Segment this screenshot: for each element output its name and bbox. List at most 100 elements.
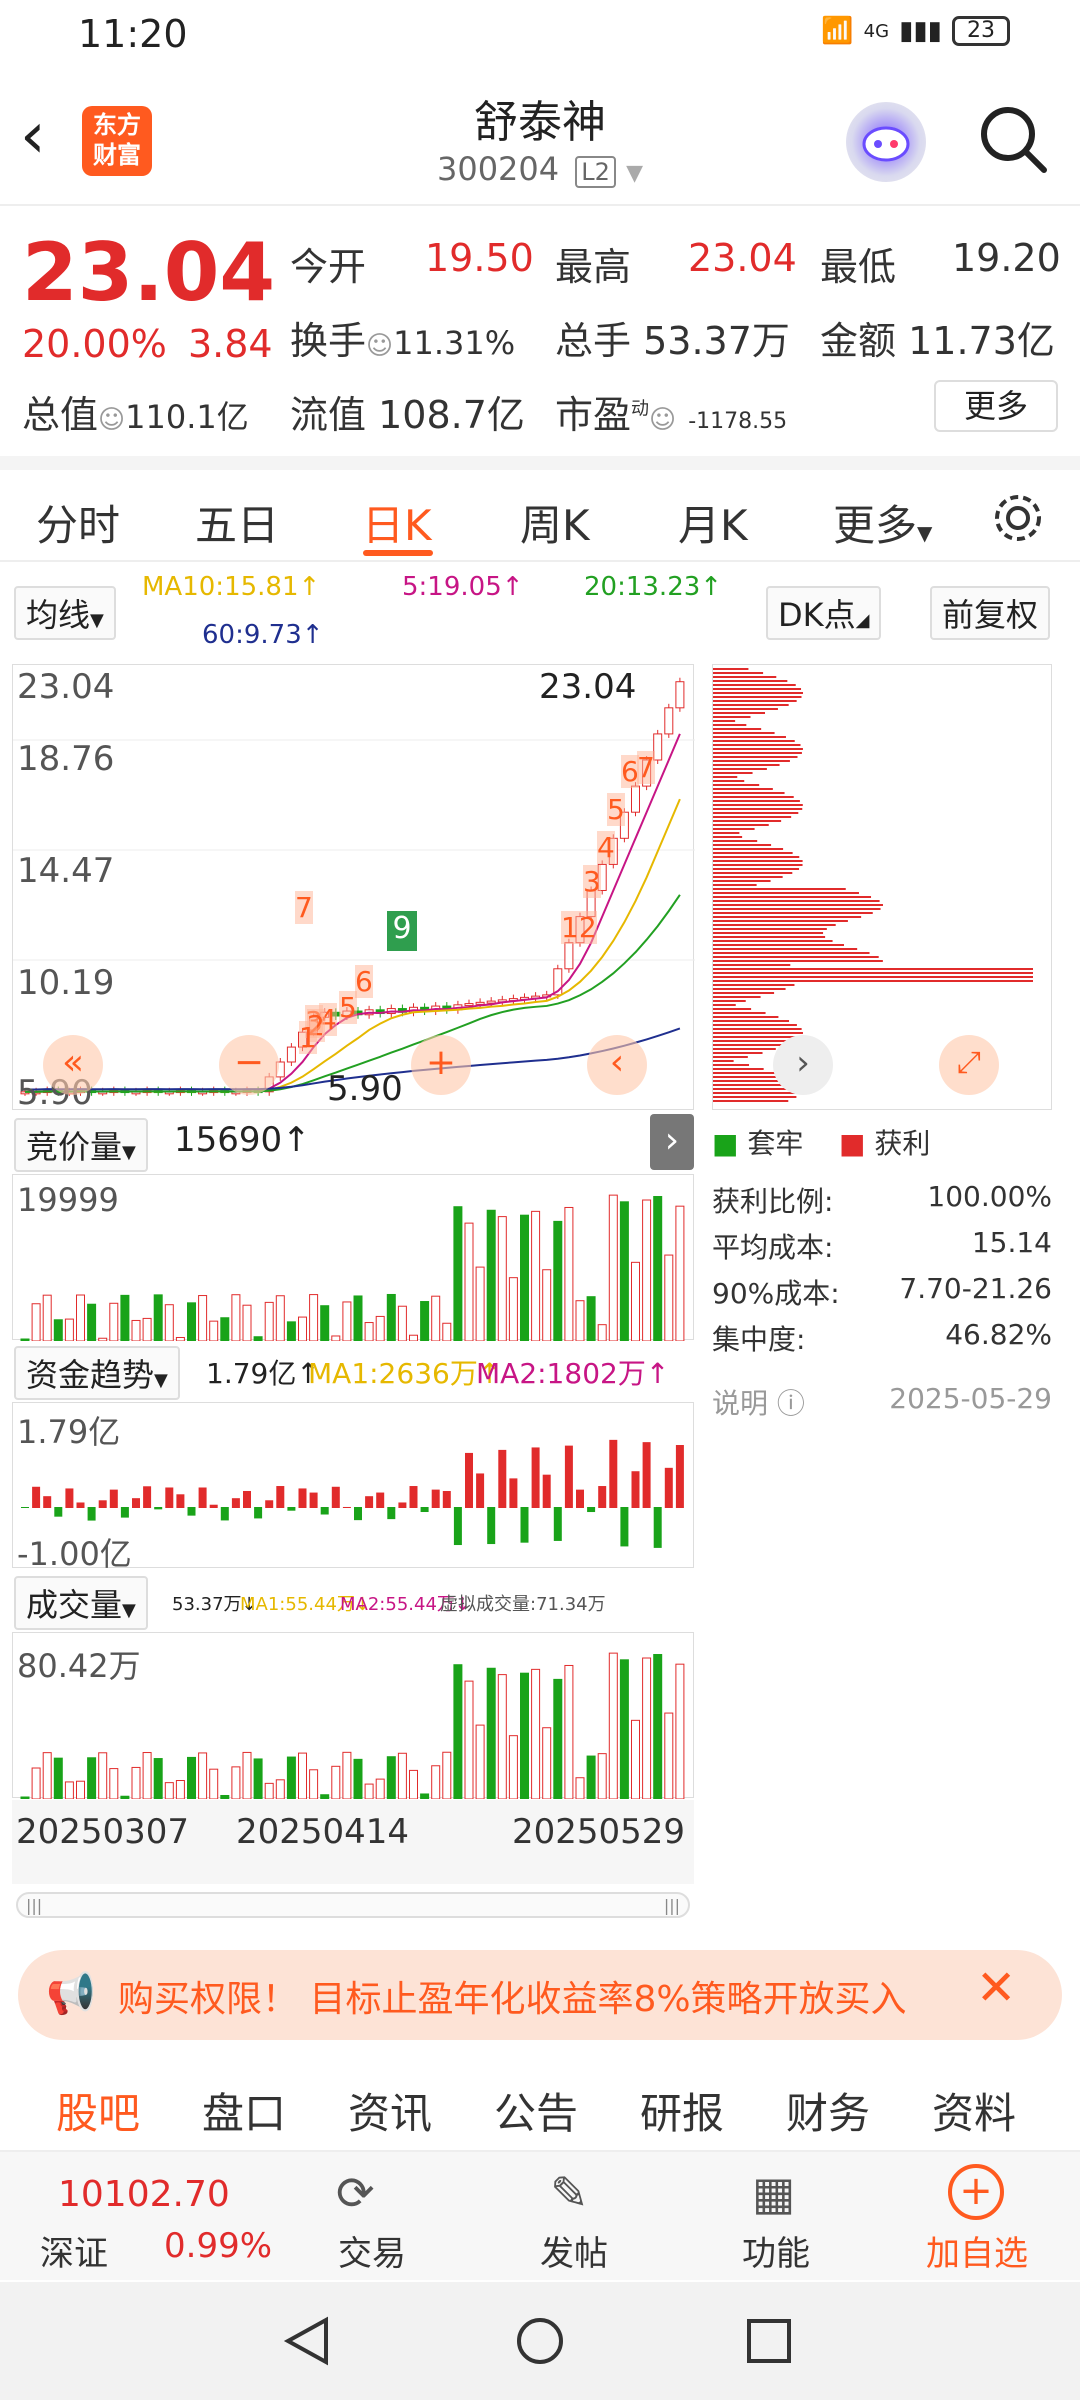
volume-bar	[520, 1672, 529, 1800]
tab-intraday[interactable]: 分时	[36, 492, 120, 553]
fund-flow-bar	[176, 1494, 185, 1508]
ma-select[interactable]: 均线▼	[14, 586, 116, 640]
kline-candle	[653, 733, 663, 761]
kline-candle	[564, 942, 574, 970]
chip-stat-row: 平均成本: 15.14	[712, 1226, 1052, 1264]
kline-ylabel: 14.47	[17, 851, 115, 891]
index-name[interactable]: 深证	[40, 2226, 108, 2275]
tab-more[interactable]: 更多▼	[833, 492, 932, 553]
volume-bar	[420, 1793, 430, 1800]
fund-flow-chart[interactable]: 1.79亿 -1.00亿	[12, 1402, 694, 1573]
tab-weekly-k[interactable]: 周K	[520, 492, 590, 553]
chip-note-row[interactable]: 说明 ⓘ 2025-05-29	[712, 1382, 1052, 1422]
network-type: 4G	[863, 20, 890, 42]
function-button[interactable]: 功能	[742, 2226, 810, 2275]
trade-button[interactable]: 交易	[338, 2226, 406, 2275]
fund-flow-bar	[76, 1502, 85, 1508]
promo-banner[interactable]: 📢 购买权限！ 目标止盈年化收益率8%策略开放买入 ✕	[18, 1950, 1062, 2040]
turnover-row[interactable]: 换手☺11.31%	[290, 310, 515, 365]
volume-select[interactable]: 成交量▼	[14, 1576, 148, 1630]
tab-finance[interactable]: 财务	[786, 2080, 870, 2141]
fund-flow-bar	[487, 1507, 496, 1545]
volume-chart[interactable]: 80.42万	[12, 1632, 694, 1800]
tab-daily-k[interactable]: 日K	[362, 492, 432, 553]
post-button[interactable]: 发帖	[540, 2226, 608, 2275]
fund-flow-bar	[376, 1492, 385, 1508]
kline-chart[interactable]: 23.04 18.76 14.47 10.19 5.90 23.04 5.90 …	[12, 664, 695, 1113]
date-label: 20250307	[16, 1812, 190, 1852]
volume-bar	[442, 1322, 452, 1342]
fund-flow-bar	[54, 1507, 63, 1517]
auction-chart[interactable]: 19999	[12, 1174, 694, 1342]
scroll-back-icon[interactable]: ‹	[587, 1035, 647, 1095]
tab-five-day[interactable]: 五日	[195, 492, 279, 553]
zoom-out-icon[interactable]: −	[219, 1035, 279, 1095]
nav-home-icon[interactable]	[515, 2316, 565, 2366]
fund-flow-select[interactable]: 资金趋势▼	[14, 1346, 180, 1400]
ma60-legend: 60:9.73↑	[202, 620, 324, 650]
volume-bar	[642, 1199, 652, 1342]
adjust-select[interactable]: 前复权	[930, 586, 1051, 640]
nav-recents-icon[interactable]	[744, 2316, 794, 2366]
scroll-left-icon[interactable]: «	[43, 1035, 103, 1095]
tab-research[interactable]: 研报	[640, 2080, 724, 2141]
fund-flow-bar	[143, 1486, 152, 1508]
volume-bar	[198, 1752, 208, 1800]
volume-bar	[575, 1777, 585, 1800]
fund-flow-bar	[276, 1486, 285, 1508]
chip-scroll-right-icon[interactable]: ›	[773, 1035, 833, 1095]
robot-assistant-icon[interactable]	[846, 102, 926, 182]
settings-gear-icon[interactable]	[990, 490, 1046, 546]
volume-bar	[164, 1782, 174, 1800]
nav-back-icon[interactable]	[282, 2316, 332, 2366]
volume-bar	[175, 1780, 185, 1800]
volume-bar	[264, 1782, 274, 1800]
volume-bar	[486, 1209, 496, 1342]
range-handle-right[interactable]: |||	[664, 1896, 680, 1915]
volume-bar	[619, 1201, 629, 1342]
more-button[interactable]: 更多	[934, 380, 1058, 432]
kline-candle	[464, 1003, 474, 1007]
zoom-in-icon[interactable]: +	[411, 1035, 471, 1095]
change-value: 3.84	[188, 322, 273, 366]
system-nav-bar	[0, 2282, 1080, 2400]
change-pct: 20.00%	[22, 322, 167, 366]
volume-bar	[309, 1294, 319, 1342]
add-watchlist-button[interactable]: 加自选	[926, 2226, 1028, 2275]
tab-guba[interactable]: 股吧	[56, 2080, 140, 2141]
expand-right-icon[interactable]: ›	[650, 1114, 694, 1170]
pe-row[interactable]: 市盈动☺ -1178.55	[555, 384, 787, 439]
dk-point-select[interactable]: DK点◢	[766, 586, 882, 640]
expand-icon[interactable]: ⤢	[939, 1035, 999, 1095]
tab-profile[interactable]: 资料	[932, 2080, 1016, 2141]
volume-bar	[464, 1222, 474, 1342]
volume-bar	[642, 1657, 652, 1800]
range-scrollbar[interactable]: ||| |||	[16, 1892, 690, 1918]
trade-icon: ⟳	[336, 2166, 375, 2220]
fund-flow-bar	[553, 1507, 562, 1541]
auction-select[interactable]: 竞价量▼	[14, 1118, 148, 1172]
volume-bar	[87, 1757, 97, 1800]
volume-bar	[353, 1295, 363, 1342]
tab-pankou[interactable]: 盘口	[202, 2080, 286, 2141]
tab-monthly-k[interactable]: 月K	[678, 492, 748, 553]
close-icon[interactable]: ✕	[976, 1960, 1016, 2016]
low-value: 19.20	[952, 236, 1061, 280]
chip-distribution-chart[interactable]: › ⤢	[712, 664, 1052, 1110]
tab-news[interactable]: 资讯	[348, 2080, 432, 2141]
tab-announce[interactable]: 公告	[494, 2080, 578, 2141]
virtual-volume: 虚拟成交量:71.34万	[440, 1594, 606, 1615]
mktcap-row[interactable]: 总值☺110.1亿	[22, 384, 249, 439]
range-handle-left[interactable]: |||	[26, 1896, 42, 1915]
ma-line	[25, 798, 681, 1093]
volume-bar	[76, 1294, 85, 1342]
volume-bar	[631, 1261, 640, 1342]
edit-icon: ✎	[550, 2166, 589, 2220]
volume-bar	[231, 1294, 241, 1342]
kline-candle	[631, 785, 640, 813]
search-icon[interactable]	[976, 102, 1050, 176]
volume-bar	[442, 1751, 452, 1800]
level-badge: L2	[575, 156, 616, 188]
fund-flow-bar	[109, 1489, 118, 1508]
volume-bar	[53, 1319, 63, 1342]
